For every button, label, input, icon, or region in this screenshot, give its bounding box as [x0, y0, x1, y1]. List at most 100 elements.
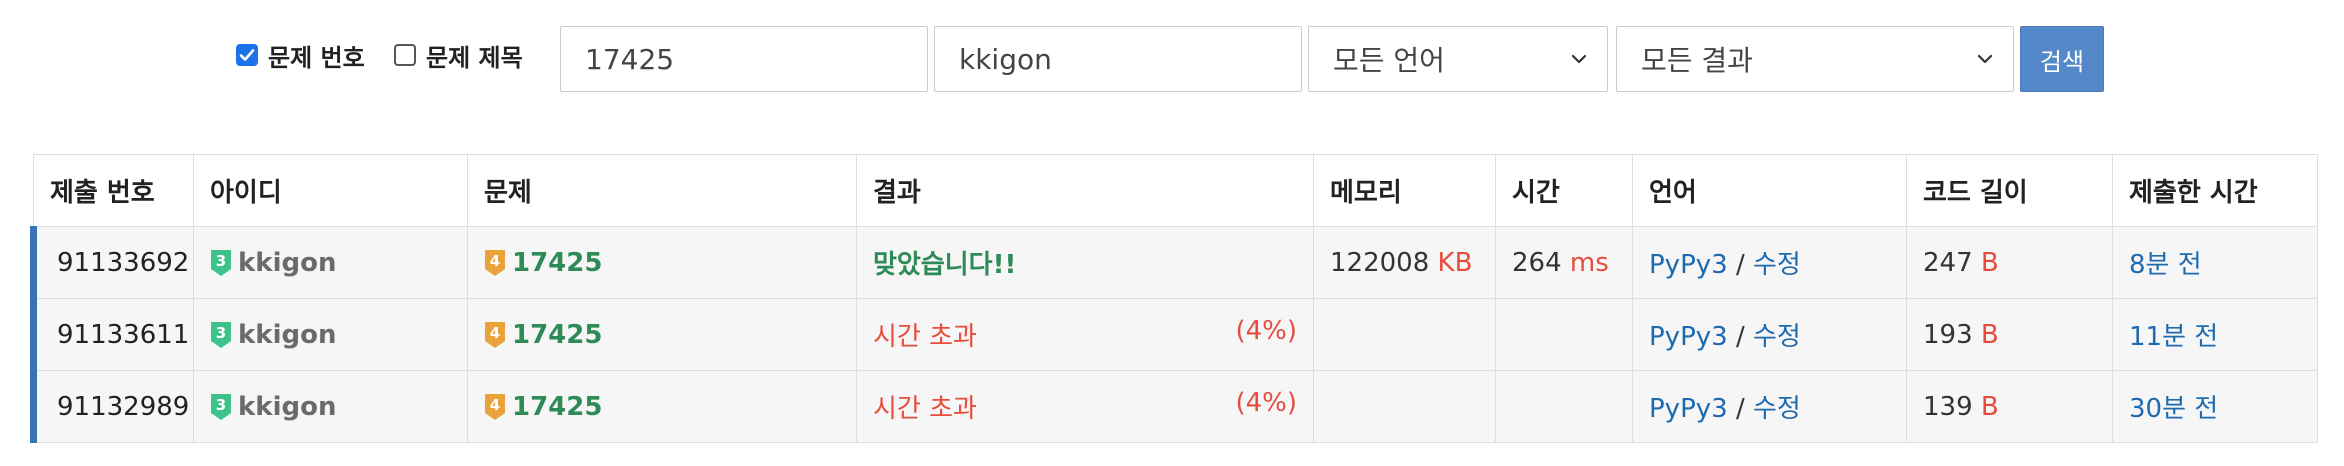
user-id-input[interactable]: kkigon — [934, 26, 1302, 92]
language-link[interactable]: PyPy3 — [1649, 250, 1728, 280]
result-cell: 시간 초과 (4%) — [856, 370, 1314, 443]
memory-value: 122008 — [1330, 247, 1430, 278]
code-length-cell: 139 B — [1906, 370, 2113, 443]
table-row: 91133611 3 kkigon 4 17425 시간 초과 (4%) PyP… — [30, 298, 2318, 371]
svg-text:4: 4 — [490, 324, 500, 342]
problem-number-label: 문제 번호 — [268, 43, 365, 72]
result-percent: (4%) — [1235, 388, 1297, 418]
tier-badge-icon: 3 — [211, 249, 231, 276]
time-unit: ms — [1569, 247, 1609, 278]
submission-id: 91133692 — [30, 226, 194, 299]
language-select-value: 모든 언어 — [1333, 44, 1445, 77]
search-button[interactable]: 검색 — [2020, 26, 2104, 92]
svg-text:3: 3 — [216, 396, 226, 414]
problem-cell[interactable]: 4 17425 — [467, 370, 857, 443]
svg-text:4: 4 — [490, 252, 500, 270]
memory-cell: 122008 KB — [1313, 226, 1496, 299]
language-cell: PyPy3 / 수정 — [1632, 298, 1907, 371]
table-header-row: 제출 번호 아이디 문제 결과 메모리 시간 언어 코드 길이 제출한 시간 — [33, 154, 2318, 227]
language-link[interactable]: PyPy3 — [1649, 394, 1728, 424]
user-id-value: kkigon — [959, 42, 1052, 76]
user-link[interactable]: kkigon — [238, 392, 336, 422]
problem-id-value: 17425 — [585, 42, 675, 76]
problem-cell[interactable]: 4 17425 — [467, 226, 857, 299]
submitted-time-link[interactable]: 8분 전 — [2129, 250, 2202, 280]
problem-link[interactable]: 17425 — [512, 248, 602, 278]
result-text: 시간 초과 — [873, 394, 977, 424]
submission-id: 91133611 — [30, 298, 194, 371]
checkbox-checked[interactable] — [236, 44, 258, 66]
code-length-value: 193 — [1923, 319, 1973, 350]
edit-link[interactable]: 수정 — [1753, 394, 1801, 424]
column-header: 아이디 — [193, 154, 468, 227]
user-link[interactable]: kkigon — [238, 320, 336, 350]
language-cell: PyPy3 / 수정 — [1632, 226, 1907, 299]
submission-table: 제출 번호 아이디 문제 결과 메모리 시간 언어 코드 길이 제출한 시간 9… — [30, 154, 2318, 443]
column-header: 언어 — [1632, 154, 1907, 227]
problem-link[interactable]: 17425 — [512, 320, 602, 350]
result-cell: 시간 초과 (4%) — [856, 298, 1314, 371]
submitted-time-cell: 30분 전 — [2112, 370, 2318, 443]
memory-unit: KB — [1437, 247, 1473, 278]
result-text: 시간 초과 — [873, 322, 977, 352]
column-header: 제출한 시간 — [2112, 154, 2318, 227]
result-select[interactable]: 모든 결과 — [1616, 26, 2014, 92]
problem-title-checkbox[interactable]: 문제 제목 — [394, 40, 523, 72]
code-length-unit: B — [1980, 247, 1999, 278]
problem-link[interactable]: 17425 — [512, 392, 602, 422]
chevron-down-icon — [1571, 54, 1587, 64]
tier-badge-icon: 3 — [211, 393, 231, 420]
code-length-unit: B — [1980, 391, 1999, 422]
language-select[interactable]: 모든 언어 — [1308, 26, 1608, 92]
code-length-cell: 247 B — [1906, 226, 2113, 299]
problem-number-checkbox[interactable]: 문제 번호 — [236, 40, 365, 72]
checkbox-unchecked[interactable] — [394, 44, 416, 66]
language-separator: / — [1727, 250, 1753, 280]
column-header: 제출 번호 — [33, 154, 194, 227]
code-length-cell: 193 B — [1906, 298, 2113, 371]
result-text: 맞았습니다!! — [873, 250, 1017, 280]
time-cell — [1495, 370, 1633, 443]
column-header: 코드 길이 — [1906, 154, 2113, 227]
user-cell[interactable]: 3 kkigon — [193, 226, 468, 299]
table-row: 91132989 3 kkigon 4 17425 시간 초과 (4%) PyP… — [30, 370, 2318, 443]
column-header: 결과 — [856, 154, 1314, 227]
submitted-time-link[interactable]: 11분 전 — [2129, 322, 2218, 352]
code-length-unit: B — [1980, 319, 1999, 350]
submitted-time-cell: 8분 전 — [2112, 226, 2318, 299]
memory-cell — [1313, 370, 1496, 443]
svg-text:4: 4 — [490, 396, 500, 414]
language-cell: PyPy3 / 수정 — [1632, 370, 1907, 443]
edit-link[interactable]: 수정 — [1753, 250, 1801, 280]
submitted-time-link[interactable]: 30분 전 — [2129, 394, 2218, 424]
problem-id-input[interactable]: 17425 — [560, 26, 928, 92]
language-link[interactable]: PyPy3 — [1649, 322, 1728, 352]
submission-id: 91132989 — [30, 370, 194, 443]
tier-badge-icon: 4 — [485, 321, 505, 348]
column-header: 메모리 — [1313, 154, 1496, 227]
language-separator: / — [1727, 322, 1753, 352]
svg-text:3: 3 — [216, 252, 226, 270]
column-header: 시간 — [1495, 154, 1633, 227]
tier-badge-icon: 3 — [211, 321, 231, 348]
code-length-value: 139 — [1923, 391, 1973, 422]
code-length-value: 247 — [1923, 247, 1973, 278]
table-row: 91133692 3 kkigon 4 17425 맞았습니다!! 122008… — [30, 226, 2318, 299]
memory-cell — [1313, 298, 1496, 371]
time-cell: 264 ms — [1495, 226, 1633, 299]
user-link[interactable]: kkigon — [238, 248, 336, 278]
user-cell[interactable]: 3 kkigon — [193, 370, 468, 443]
svg-text:3: 3 — [216, 324, 226, 342]
result-cell: 맞았습니다!! — [856, 226, 1314, 299]
submission-filter-bar: 문제 번호 문제 제목 17425 kkigon 모든 언어 모든 결과 검색 — [0, 0, 2344, 100]
column-header: 문제 — [467, 154, 857, 227]
submitted-time-cell: 11분 전 — [2112, 298, 2318, 371]
tier-badge-icon: 4 — [485, 249, 505, 276]
language-separator: / — [1727, 394, 1753, 424]
time-cell — [1495, 298, 1633, 371]
problem-title-label: 문제 제목 — [426, 43, 523, 72]
user-cell[interactable]: 3 kkigon — [193, 298, 468, 371]
problem-cell[interactable]: 4 17425 — [467, 298, 857, 371]
tier-badge-icon: 4 — [485, 393, 505, 420]
edit-link[interactable]: 수정 — [1753, 322, 1801, 352]
